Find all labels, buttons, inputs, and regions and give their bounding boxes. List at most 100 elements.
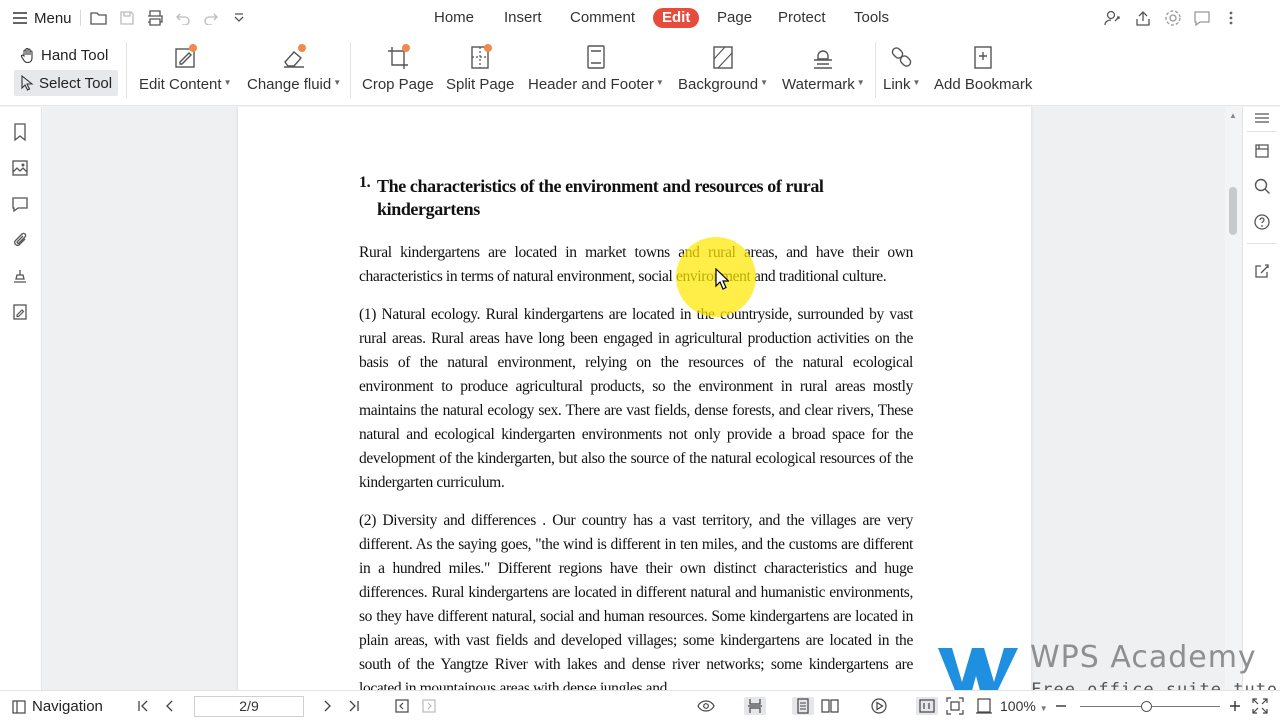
open-file-button[interactable] <box>89 0 109 36</box>
print-button[interactable] <box>145 0 165 36</box>
link-label: Link <box>883 76 911 93</box>
next-view-button[interactable] <box>420 697 438 715</box>
background-button[interactable]: Background ▼ <box>678 42 768 100</box>
single-page-button[interactable] <box>792 697 814 715</box>
link-button[interactable]: Link ▼ <box>883 42 920 100</box>
thumbnails-panel-button[interactable] <box>10 158 30 178</box>
eye-protection-button[interactable] <box>697 697 715 715</box>
scrollbar-thumb[interactable] <box>1229 187 1237 235</box>
last-page-button[interactable] <box>345 697 363 715</box>
signature-panel-button[interactable] <box>10 266 30 286</box>
hand-tool-label: Hand Tool <box>41 46 109 64</box>
next-page-button[interactable] <box>318 697 336 715</box>
plus-icon <box>1230 701 1240 711</box>
settings-button[interactable] <box>1164 9 1182 27</box>
tab-comment[interactable]: Comment <box>570 8 635 28</box>
tab-insert[interactable]: Insert <box>504 8 542 28</box>
change-fluid-label: Change fluid <box>247 76 332 93</box>
document-page[interactable]: 1. The characteristics of the environmen… <box>238 107 1031 690</box>
save-button[interactable] <box>117 0 137 36</box>
undo-button[interactable] <box>173 0 193 36</box>
caret-down-icon: ▼ <box>760 78 768 87</box>
paragraph: Rural kindergartens are located in marke… <box>359 244 913 285</box>
previous-view-button[interactable] <box>393 697 411 715</box>
navigation-toggle[interactable]: Navigation <box>12 698 103 715</box>
header-footer-label: Header and Footer <box>528 76 654 93</box>
fullscreen-button[interactable] <box>1251 697 1269 715</box>
tab-tools[interactable]: Tools <box>854 8 889 28</box>
find-button[interactable] <box>1253 177 1271 195</box>
continuous-scroll-button[interactable] <box>744 697 766 715</box>
comments-panel-button[interactable] <box>10 194 30 214</box>
form-panel-button[interactable] <box>10 302 30 322</box>
main-menu-button[interactable]: Menu <box>12 0 72 36</box>
divider <box>1247 131 1277 132</box>
help-button[interactable] <box>1253 213 1271 231</box>
divider <box>350 42 351 98</box>
vertical-scrollbar[interactable]: ▲ <box>1225 107 1242 690</box>
properties-button[interactable] <box>1253 142 1271 160</box>
first-page-button[interactable] <box>134 697 152 715</box>
divider <box>875 42 876 98</box>
actual-size-button[interactable] <box>916 697 938 715</box>
tab-edit[interactable]: Edit <box>653 8 700 28</box>
document-edit-icon <box>13 304 27 320</box>
hand-tool-button[interactable]: Hand Tool <box>14 42 114 68</box>
fit-width-button[interactable] <box>975 697 993 715</box>
more-options-button[interactable] <box>1222 9 1240 27</box>
select-tool-button[interactable]: Select Tool <box>14 70 119 96</box>
stamp-icon <box>14 270 26 283</box>
background-icon <box>708 42 738 72</box>
zoom-slider-handle[interactable] <box>1141 701 1153 712</box>
tab-protect[interactable]: Protect <box>778 8 826 28</box>
right-sidebar <box>1242 107 1280 690</box>
add-bookmark-button[interactable]: Add Bookmark <box>934 42 1032 100</box>
document-view[interactable]: 1. The characteristics of the environmen… <box>43 107 1225 690</box>
property-icon <box>1255 144 1269 158</box>
edit-ribbon: Hand Tool Select Tool Edit Content ▼ Chan… <box>0 36 1280 106</box>
scroll-mode-icon <box>748 699 762 713</box>
play-slideshow-button[interactable] <box>870 697 888 715</box>
undo-icon <box>176 13 190 25</box>
zoom-out-button[interactable] <box>1052 697 1070 715</box>
watermark-button[interactable]: Watermark ▼ <box>782 42 865 100</box>
section-heading: 1. The characteristics of the environmen… <box>359 174 913 221</box>
edit-content-label: Edit Content <box>139 76 222 93</box>
edit-panel-button[interactable] <box>1253 262 1271 280</box>
zoom-level[interactable]: 100% ▼ <box>1000 698 1048 714</box>
wps-academy-title: WPS Academy <box>1030 640 1257 675</box>
zoom-in-button[interactable] <box>1226 697 1244 715</box>
crop-page-button[interactable]: Crop Page <box>362 42 434 100</box>
tab-page[interactable]: Page <box>717 8 752 28</box>
fit-page-button[interactable] <box>946 697 964 715</box>
customize-quick-access-button[interactable] <box>229 0 249 36</box>
tab-home[interactable]: Home <box>434 8 474 28</box>
edit-content-button[interactable]: Edit Content ▼ <box>139 42 231 100</box>
header-footer-icon <box>581 42 611 72</box>
more-vertical-icon <box>1229 11 1233 25</box>
two-page-button[interactable] <box>821 697 839 715</box>
attachments-panel-button[interactable] <box>10 230 30 250</box>
left-sidebar <box>0 107 42 690</box>
upload-button[interactable] <box>1134 9 1152 27</box>
paragraph: (2) Diversity and differences . Our coun… <box>359 512 913 690</box>
watermark-icon <box>808 42 838 72</box>
help-icon <box>1254 214 1270 230</box>
collapse-panel-button[interactable] <box>1253 109 1271 127</box>
feedback-button[interactable] <box>1193 9 1211 27</box>
gear-icon <box>1165 10 1181 26</box>
scroll-up-icon[interactable]: ▲ <box>1229 111 1237 120</box>
previous-page-button[interactable] <box>161 697 179 715</box>
header-footer-button[interactable]: Header and Footer ▼ <box>528 42 664 100</box>
crop-page-label: Crop Page <box>362 76 434 93</box>
hamburger-icon <box>13 12 27 24</box>
bookmarks-panel-button[interactable] <box>10 122 30 142</box>
share-collab-button[interactable] <box>1103 9 1121 27</box>
redo-button[interactable] <box>201 0 221 36</box>
page-number-input[interactable]: 2/9 <box>194 696 304 717</box>
change-fluid-button[interactable]: Change fluid ▼ <box>247 42 341 100</box>
caret-down-icon: ▼ <box>856 78 865 87</box>
split-page-button[interactable]: Split Page <box>446 42 514 100</box>
forward-view-icon <box>422 699 436 713</box>
actual-size-icon <box>919 699 935 713</box>
